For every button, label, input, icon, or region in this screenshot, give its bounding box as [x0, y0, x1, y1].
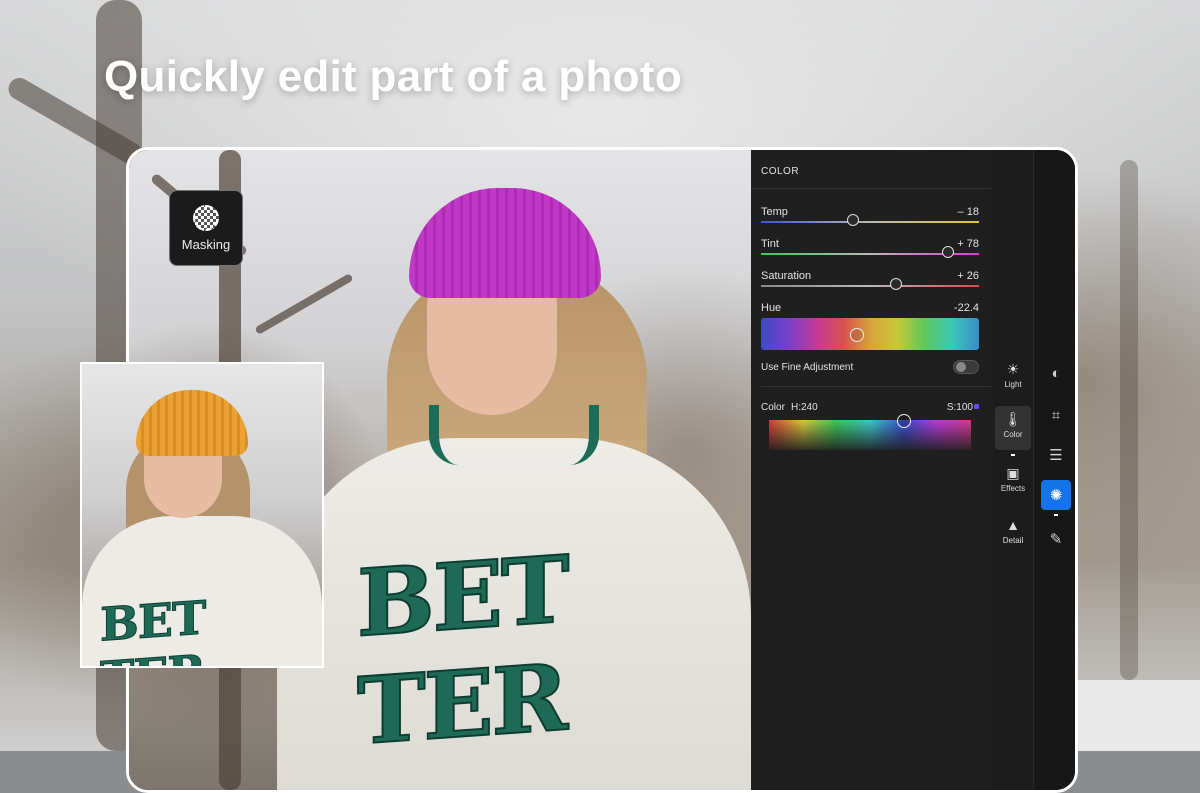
masking-button[interactable]: Masking — [169, 190, 243, 266]
color-picker-field[interactable] — [769, 414, 971, 450]
sun-icon: ☀ — [1006, 361, 1020, 377]
saturation-thumb[interactable] — [890, 278, 903, 290]
hue-value: -22.4 — [953, 302, 979, 314]
photo-tree — [254, 273, 354, 335]
inset-beanie — [136, 390, 248, 456]
masking-label: Masking — [181, 236, 231, 252]
color-hue-value: H:240 — [791, 402, 818, 413]
tool-label: Effects — [1000, 484, 1026, 493]
presets-button[interactable]: ◐ — [1041, 358, 1071, 388]
saturation-value: + 26 — [957, 270, 979, 282]
tool-rail: ◐ ⌗ ☰ ✺ ✎ — [1033, 150, 1075, 790]
vignette-icon: ▣ — [1006, 465, 1020, 481]
hue-thumb[interactable] — [849, 328, 864, 342]
color-saturation-value: S:100 — [946, 402, 973, 413]
color-swatch — [974, 404, 979, 409]
presets-icon: ◐ — [1051, 364, 1061, 382]
masking-icon: ✺ — [1049, 487, 1063, 504]
tool-label: Color — [1003, 430, 1023, 439]
tint-thumb[interactable] — [942, 246, 955, 258]
masking-icon — [193, 204, 219, 231]
crop-rotate-icon: ⌗ — [1051, 406, 1061, 424]
temp-track[interactable] — [761, 221, 979, 223]
temp-thumb[interactable] — [846, 214, 859, 226]
tint-label: Tint — [761, 238, 779, 250]
saturation-track[interactable] — [761, 285, 979, 287]
fine-adjustment-row: Use Fine Adjustment — [761, 360, 979, 374]
adjustments-button[interactable]: ☰ — [1041, 440, 1071, 470]
masking-rail-button[interactable]: ✺ — [1041, 480, 1071, 516]
inset-jacket-lettering: BET TER — [100, 590, 206, 666]
healing-button[interactable]: ✎ — [1041, 524, 1071, 554]
edit-tools-column: ☀ Light 🌡︎ Color ▣ Effects ▲ Detail — [993, 150, 1033, 790]
panel-title: COLOR — [761, 166, 800, 177]
fine-adjustment-label: Use Fine Adjustment — [761, 362, 854, 373]
tool-label: Light — [1004, 380, 1022, 389]
subject-collar — [429, 405, 599, 465]
tool-effects[interactable]: ▣ Effects — [995, 460, 1031, 504]
tool-label: Detail — [1002, 536, 1024, 545]
color-label: Color — [761, 402, 785, 413]
subject-beanie — [409, 188, 601, 298]
tint-value: + 78 — [957, 238, 979, 250]
fine-adjustment-toggle[interactable] — [953, 360, 979, 374]
color-panel: COLOR Temp – 18 Tint + 78 Saturation + 2… — [751, 150, 993, 790]
headline: Quickly edit part of a photo — [104, 52, 682, 101]
snow-ground — [1070, 680, 1200, 751]
temp-label: Temp — [761, 206, 788, 218]
temp-value: – 18 — [957, 206, 979, 218]
triangle-icon: ▲ — [1006, 517, 1020, 533]
tool-detail[interactable]: ▲ Detail — [995, 512, 1031, 556]
sliders-icon: ☰ — [1049, 447, 1063, 464]
color-row: Color H:240 S:100 — [761, 402, 979, 413]
color-picker-thumb[interactable] — [897, 414, 912, 428]
tool-color[interactable]: 🌡︎ Color — [995, 406, 1031, 456]
panel-divider — [751, 188, 991, 189]
before-photo-inset: BET TER — [80, 362, 324, 668]
hue-bar[interactable] — [761, 318, 979, 350]
crop-rotate-button[interactable]: ⌗ — [1041, 400, 1071, 430]
panel-divider — [761, 386, 991, 387]
hue-label: Hue — [761, 302, 782, 314]
background-tree — [1120, 160, 1138, 680]
tool-light[interactable]: ☀ Light — [995, 356, 1031, 400]
healing-bandage-icon: ✎ — [1049, 531, 1063, 548]
saturation-label: Saturation — [761, 270, 812, 282]
jacket-lettering: BET TER — [356, 534, 568, 767]
thermometer-icon: 🌡︎ — [1004, 411, 1022, 427]
